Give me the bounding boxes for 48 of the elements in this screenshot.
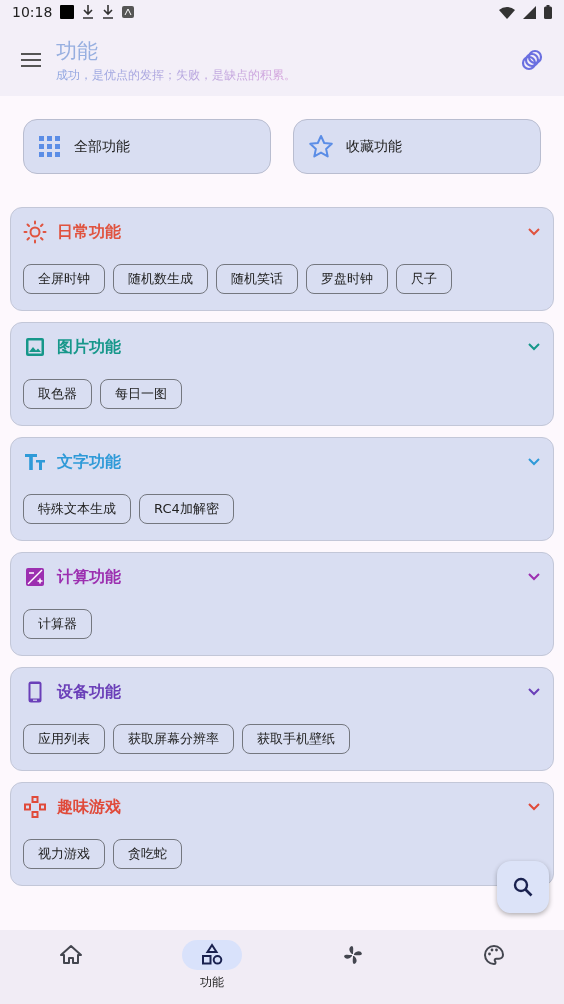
category-title: 图片功能 — [57, 336, 122, 358]
chevron-icon[interactable] — [527, 802, 541, 812]
chevron-icon[interactable] — [527, 227, 541, 237]
palette-icon — [481, 943, 506, 967]
search-button[interactable] — [497, 861, 549, 913]
feature-chip[interactable]: 视力游戏 — [23, 839, 105, 869]
page-title: 功能 — [56, 37, 98, 65]
feature-chip[interactable]: 尺子 — [396, 264, 452, 294]
shapes-tab[interactable] — [181, 940, 242, 970]
feature-chip[interactable]: 应用列表 — [23, 724, 105, 754]
menu-icon[interactable] — [20, 52, 42, 68]
app-icon — [122, 6, 135, 18]
feature-chip[interactable]: 随机数生成 — [113, 264, 208, 294]
chevron-icon[interactable] — [527, 342, 541, 352]
grid-icon — [38, 134, 62, 159]
all-features-button[interactable]: 全部功能 — [23, 119, 271, 174]
feature-chip[interactable]: 获取手机壁纸 — [242, 724, 350, 754]
feature-chip[interactable]: 全屏时钟 — [23, 264, 105, 294]
nav-label: 功能 — [199, 974, 224, 991]
rings-icon[interactable] — [520, 48, 544, 72]
feature-chip[interactable]: 罗盘时钟 — [306, 264, 388, 294]
notification-icon — [60, 5, 75, 19]
download-icon — [102, 5, 115, 19]
wifi-icon — [499, 5, 515, 19]
feature-chip[interactable]: RC4加解密 — [139, 494, 234, 524]
feature-chip[interactable]: 获取屏幕分辨率 — [113, 724, 234, 754]
chevron-icon[interactable] — [527, 687, 541, 697]
feature-chip[interactable]: 每日一图 — [100, 379, 182, 409]
download-icon — [82, 5, 95, 19]
feature-chip[interactable]: 计算器 — [23, 609, 92, 639]
category-title: 趣味游戏 — [57, 796, 122, 818]
feature-chip[interactable]: 取色器 — [23, 379, 92, 409]
search-icon — [512, 876, 534, 898]
feature-chip[interactable]: 随机笑话 — [216, 264, 298, 294]
chevron-icon[interactable] — [527, 572, 541, 582]
home-icon — [58, 943, 83, 967]
feature-chip[interactable]: 特殊文本生成 — [23, 494, 131, 524]
battery-icon — [544, 5, 552, 19]
category-title: 文字功能 — [57, 451, 122, 473]
shapes-icon — [199, 943, 224, 967]
favorites-button[interactable]: 收藏功能 — [293, 119, 541, 174]
star-icon — [308, 133, 334, 160]
category-title: 设备功能 — [57, 681, 122, 703]
feature-chip[interactable]: 贪吃蛇 — [113, 839, 182, 869]
status-time: 10:18 — [12, 4, 53, 20]
signal-icon — [523, 5, 536, 19]
category-title: 计算功能 — [57, 566, 122, 588]
category-title: 日常功能 — [57, 221, 122, 243]
